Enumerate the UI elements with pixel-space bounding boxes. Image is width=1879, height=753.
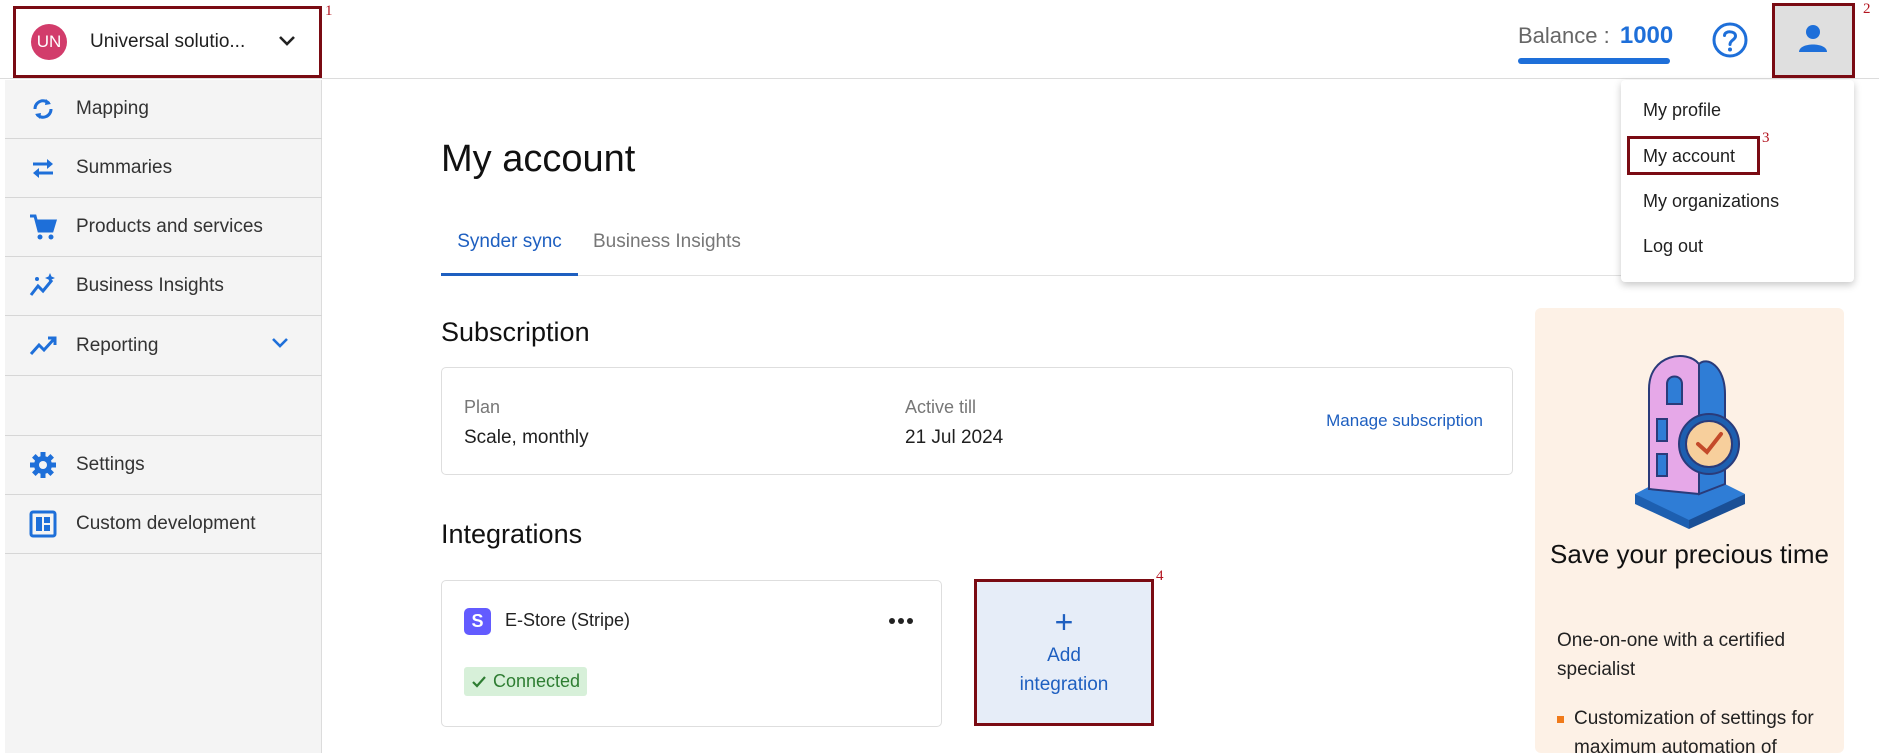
sidebar-item-label: Settings [76,454,145,475]
person-icon [1797,22,1829,59]
menu-item-log-out[interactable]: Log out [1643,236,1703,257]
sidebar-item-products[interactable]: Products and services [5,198,322,257]
organization-switcher[interactable]: UN Universal solutio... [13,6,322,78]
sync-icon [27,93,59,125]
plan-label: Plan [464,397,501,417]
subscription-card: Plan Scale, monthly Active till 21 Jul 2… [441,367,1513,475]
tab-business-insights[interactable]: Business Insights [593,222,741,276]
integration-name: E-Store (Stripe) [505,610,631,630]
help-icon[interactable] [1711,21,1749,64]
balance-bar [1518,58,1670,64]
promo-card: Save your precious time One-on-one with … [1535,308,1844,753]
dashboard-icon [27,508,59,540]
sidebar-item-label: Products and services [76,216,263,237]
chevron-down-icon [278,34,296,52]
active-till-label: Active till [905,397,977,417]
clock-illustration-icon [1627,344,1752,534]
sidebar-item-label: Custom development [76,513,256,534]
stripe-logo: S [464,608,491,635]
status-badge: Connected [464,667,588,696]
org-name: Universal solutio... [90,31,246,52]
sidebar-item-business-insights[interactable]: Business Insights [5,257,322,316]
sidebar-item-settings[interactable]: Settings [5,436,322,495]
page-title: My account [441,138,636,180]
menu-item-my-organizations[interactable]: My organizations [1643,191,1779,212]
highlight-number-1: 1 [325,3,333,19]
highlight-number-2: 2 [1863,1,1871,17]
user-dropdown-menu: My profile My account My organizations L… [1621,80,1854,282]
promo-bullet: Customization of settings for maximum au… [1557,704,1832,753]
plan-value: Scale, monthly [464,427,589,448]
sidebar-item-label: Reporting [76,334,159,356]
trending-icon [27,330,59,362]
sidebar: Mapping Summaries Products and services … [5,80,322,753]
gear-icon [27,449,59,481]
balance-value: 1000 [1619,22,1674,49]
sidebar-item-mapping[interactable]: Mapping [5,80,322,139]
promo-subtitle: One-on-one with a certified specialist [1557,630,1786,680]
sidebar-item-reporting[interactable]: Reporting [5,316,322,376]
insights-icon [27,270,59,302]
swap-arrows-icon [27,152,59,184]
integration-card: S E-Store (Stripe) Connected [441,580,942,727]
sidebar-item-label: Mapping [76,98,149,119]
check-icon [472,675,486,688]
integrations-heading: Integrations [441,519,583,549]
menu-item-my-profile[interactable]: My profile [1643,100,1721,121]
add-integration-button[interactable]: + Add integration [977,581,1151,724]
status-text: Connected [493,671,581,691]
add-integration-label-2: integration [1019,673,1109,695]
sidebar-item-summaries[interactable]: Summaries [5,139,322,198]
promo-title: Save your precious time [1550,539,1829,569]
top-bar: UN Universal solutio... Balance : 1000 [0,0,1879,79]
more-options-icon[interactable] [888,605,914,631]
menu-item-my-account[interactable]: My account [1643,146,1735,167]
manage-subscription-link[interactable]: Manage subscription [1326,411,1483,431]
plus-icon: + [1054,603,1074,640]
org-avatar: UN [31,24,67,60]
add-integration-label-1: Add [1047,644,1081,666]
chevron-down-icon [271,336,289,354]
cart-icon [27,211,59,243]
tab-synder-sync[interactable]: Synder sync [441,222,578,276]
active-till-value: 21 Jul 2024 [905,427,1004,448]
highlight-number-4: 4 [1156,568,1164,584]
sidebar-item-custom-development[interactable]: Custom development [5,495,322,554]
balance-label: Balance : [1518,23,1610,48]
sidebar-item-label: Business Insights [76,275,224,296]
sidebar-spacer [5,376,322,436]
balance-display: Balance : 1000 [1518,22,1673,50]
user-menu-button[interactable] [1773,5,1853,76]
sidebar-item-label: Summaries [76,157,173,178]
subscription-heading: Subscription [441,317,590,347]
highlight-number-3: 3 [1762,130,1770,146]
